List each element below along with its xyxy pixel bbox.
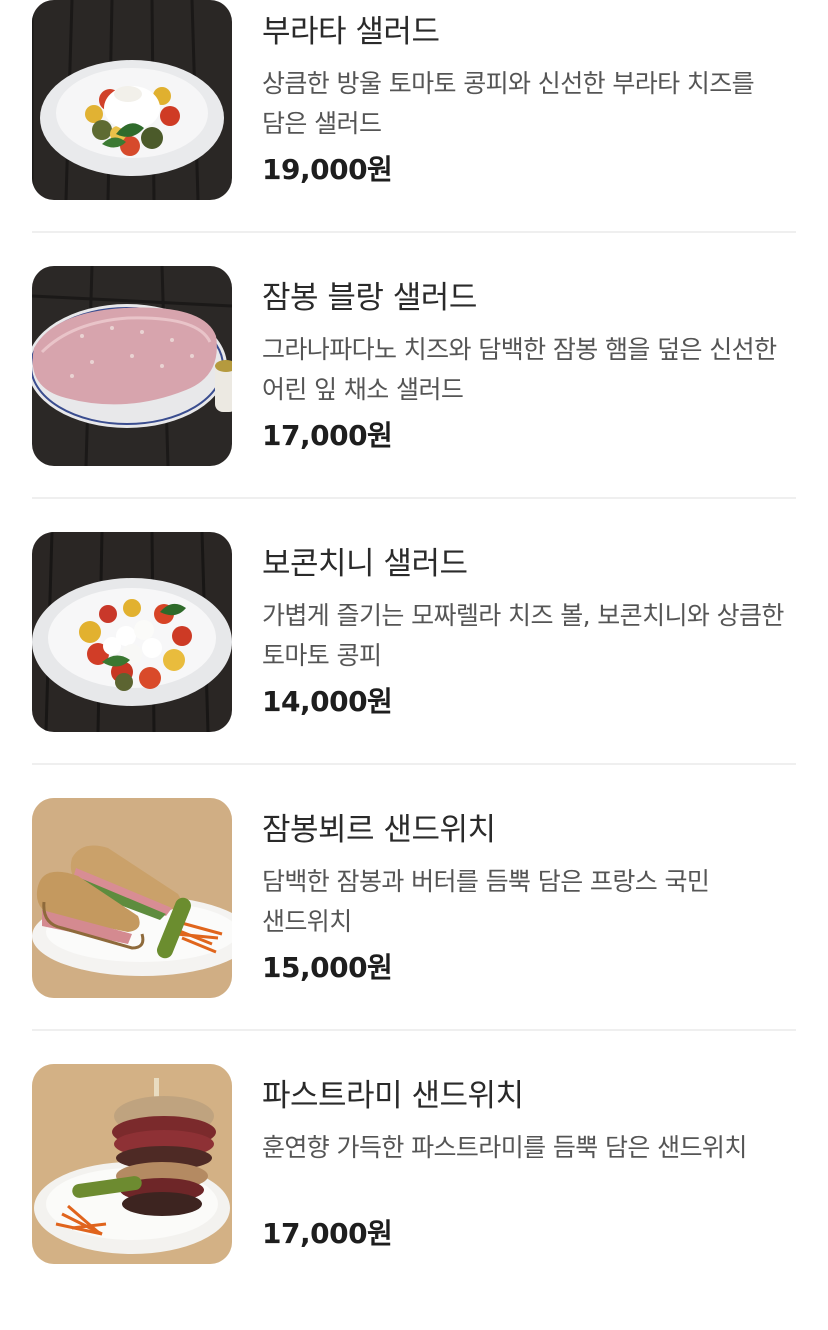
divider [32,1029,796,1031]
menu-item-bocconcini-salad[interactable]: 보콘치니 샐러드 가볍게 즐기는 모짜렐라 치즈 볼, 보콘치니와 상큼한 토마… [32,532,796,798]
menu-item-description: 담백한 잠봉과 버터를 듬뿍 담은 프랑스 국민 샌드위치 [262,867,710,936]
divider [32,763,796,765]
menu-item-price: 19,000원 [262,153,393,186]
menu-item-name: 부라타 샐러드 [262,14,440,50]
divider [32,497,796,499]
pastrami-sandwich-photo-icon [32,1064,232,1264]
menu-item-pastrami-sandwich[interactable]: 파스트라미 샌드위치 훈연향 가득한 파스트라미를 듬뿍 담은 샌드위치 17,… [32,1064,796,1330]
divider [32,231,796,233]
menu-item-name: 파스트라미 샌드위치 [262,1078,524,1114]
menu-item-price: 14,000원 [262,685,393,718]
burrata-salad-image [32,0,232,200]
bocconcini-salad-photo-icon [32,532,232,732]
menu-item-description: 상큼한 방울 토마토 콩피와 신선한 부라타 치즈를 담은 샐러드 [262,69,755,138]
menu-item-name: 잠봉 블랑 샐러드 [262,280,477,316]
menu-item-jambon-blanc-salad[interactable]: 잠봉 블랑 샐러드 그라나파다노 치즈와 담백한 잠봉 햄을 덮은 신선한 어린… [32,266,796,532]
menu-item-price: 17,000원 [262,1217,393,1250]
burrata-salad-photo-icon [32,0,232,200]
menu-item-price: 15,000원 [262,951,393,984]
menu-item-description: 그라나파다노 치즈와 담백한 잠봉 햄을 덮은 신선한 어린 잎 채소 샐러드 [262,335,777,404]
pastrami-sandwich-image [32,1064,232,1264]
menu-item-name: 잠봉뵈르 샌드위치 [262,812,496,848]
jambon-beurre-sandwich-photo-icon [32,798,232,998]
menu-item-jambon-beurre-sandwich[interactable]: 잠봉뵈르 샌드위치 담백한 잠봉과 버터를 듬뿍 담은 프랑스 국민 샌드위치 … [32,798,796,1064]
menu-item-description: 가볍게 즐기는 모짜렐라 치즈 볼, 보콘치니와 상큼한 토마토 콩피 [262,601,784,670]
menu-item-burrata-salad[interactable]: 부라타 샐러드 상큼한 방울 토마토 콩피와 신선한 부라타 치즈를 담은 샐러… [32,0,796,266]
menu-item-name: 보콘치니 샐러드 [262,546,468,582]
bocconcini-salad-image [32,532,232,732]
jambon-blanc-salad-photo-icon [32,266,232,466]
menu-item-description: 훈연향 가득한 파스트라미를 듬뿍 담은 샌드위치 [262,1133,747,1162]
jambon-blanc-salad-image [32,266,232,466]
jambon-beurre-sandwich-image [32,798,232,998]
menu-item-price: 17,000원 [262,419,393,452]
